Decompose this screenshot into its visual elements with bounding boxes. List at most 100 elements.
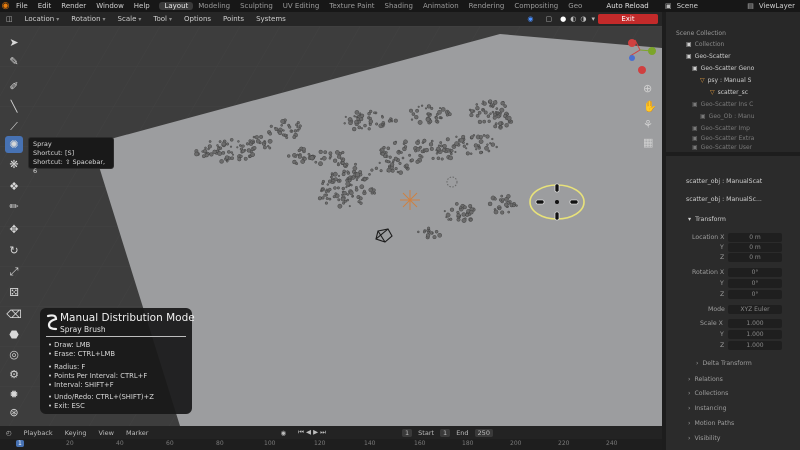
mesh-name[interactable]: scatter_obj : ManualSc... (686, 196, 762, 203)
random-tool-icon[interactable]: ⚄ (5, 284, 23, 301)
end-label: End (456, 428, 469, 437)
scale-tool-icon[interactable]: ⤢ (5, 263, 23, 280)
scale-menu[interactable]: Scale ▾ (112, 15, 148, 23)
tool-menu[interactable]: Tool ▾ (147, 15, 178, 23)
visibility-section[interactable]: › Visibility (688, 435, 720, 442)
scale-z-field[interactable]: 1.000 (728, 341, 782, 350)
blender-logo-icon[interactable]: ◉ (0, 0, 11, 12)
transform-section[interactable]: ▾ Transform (688, 216, 726, 223)
shading-rendered-icon[interactable]: ◑ (578, 15, 588, 23)
shading-options-icon[interactable]: ▾ (588, 15, 598, 23)
xray-icon[interactable]: ▢ (540, 15, 559, 23)
outliner-row[interactable]: ▽ scatter_sc (710, 87, 748, 98)
tab-shading[interactable]: Shading (380, 2, 418, 10)
eyedropper-tool-icon[interactable]: ✏ (5, 198, 23, 215)
menu-help[interactable]: Help (129, 2, 155, 10)
tab-animation[interactable]: Animation (418, 2, 464, 10)
move-tool-icon[interactable]: ✥ (5, 221, 23, 238)
auto-reload-label[interactable]: Auto Reload (601, 2, 653, 10)
settings-tool-icon[interactable]: ⊛ (5, 404, 23, 421)
properties-panel[interactable]: scatter_obj : ManualScat scatter_obj : M… (666, 156, 800, 450)
cog-tool-icon[interactable]: ✹ (5, 386, 23, 403)
scatter-instance (427, 112, 431, 116)
menu-edit[interactable]: Edit (33, 2, 57, 10)
options-menu[interactable]: Options (178, 15, 217, 23)
scale-x-field[interactable]: 1.000 (728, 319, 782, 328)
view-menu[interactable]: View (93, 429, 120, 437)
mode-dropdown[interactable]: XYZ Euler (728, 305, 782, 314)
menu-window[interactable]: Window (91, 2, 129, 10)
location-x-field[interactable]: 0 m (728, 233, 782, 242)
tab-sculpting[interactable]: Sculpting (235, 2, 278, 10)
systems-menu[interactable]: Systems (250, 15, 292, 23)
lasso-tool-icon[interactable]: ✎ (5, 53, 23, 70)
playback-controls-icon[interactable]: ⏮ ◀ ▶ ⏭ (292, 428, 332, 437)
tab-texture-paint[interactable]: Texture Paint (324, 2, 379, 10)
rotate-tool-icon[interactable]: ↻ (5, 242, 23, 259)
points-menu[interactable]: Points (217, 15, 250, 23)
location-label: Location X (692, 234, 725, 241)
end-frame-field[interactable]: 250 (474, 428, 493, 437)
tab-layout[interactable]: Layout (159, 2, 194, 10)
tab-geo[interactable]: Geo (563, 2, 587, 10)
brush-tool-icon[interactable]: ⟋ (5, 118, 23, 135)
delta-transform-section[interactable]: › Delta Transform (696, 360, 752, 367)
rotation-z-field[interactable]: 0° (728, 290, 782, 299)
record-icon[interactable]: ◉ (274, 429, 292, 437)
scene-icon[interactable]: ▣ (660, 2, 677, 10)
pencil-tool-icon[interactable]: ✐ (5, 78, 23, 95)
outliner-row[interactable]: ▣ Geo-Scatter (686, 51, 731, 62)
shading-material-icon[interactable]: ◐ (568, 15, 578, 23)
outliner-row[interactable]: ▣ Geo-Scatter Ins C (692, 99, 753, 110)
outliner-row[interactable]: ▣ Collection (686, 39, 724, 50)
scene-name[interactable]: Scene (677, 2, 703, 10)
editor-type-icon[interactable]: ◫ (0, 15, 19, 23)
tab-uv-editing[interactable]: UV Editing (278, 2, 325, 10)
location-z-field[interactable]: 0 m (728, 253, 782, 262)
timeline-ruler[interactable]: 1 20 40 60 80 100 120 140 160 180 200 22… (0, 439, 662, 450)
line-tool-icon[interactable]: ╲ (5, 98, 23, 115)
start-frame-field[interactable]: 1 (440, 428, 451, 437)
outliner-row[interactable]: ▣ Geo_Ob : Manu (700, 111, 755, 122)
playback-menu[interactable]: Playback (18, 429, 59, 437)
exit-button[interactable]: Exit (598, 14, 658, 24)
drop-tool-icon[interactable]: ⬣ (5, 326, 23, 343)
keying-menu[interactable]: Keying (59, 429, 93, 437)
object-name[interactable]: scatter_obj : ManualScat (686, 178, 762, 185)
outliner-row[interactable]: ▣ Geo-Scatter User (692, 142, 752, 153)
outliner-row[interactable]: ▣ Geo-Scatter Geno (692, 63, 754, 74)
eraser-tool-icon[interactable]: ⌫ (5, 306, 23, 323)
location-y-field[interactable]: 0 m (728, 243, 782, 252)
motion-paths-section[interactable]: › Motion Paths (688, 420, 734, 427)
menu-render[interactable]: Render (56, 2, 91, 10)
viewlayer-icon[interactable]: ▤ (742, 2, 759, 10)
spray-tool-icon[interactable]: ✺ (5, 136, 23, 153)
rotation-y-field[interactable]: 0° (728, 279, 782, 288)
scale-y-field[interactable]: 1.000 (728, 330, 782, 339)
shading-solid-icon[interactable]: ● (558, 15, 568, 23)
tab-rendering[interactable]: Rendering (464, 2, 510, 10)
tab-modeling[interactable]: Modeling (193, 2, 235, 10)
collections-section[interactable]: › Collections (688, 390, 728, 397)
current-frame-field[interactable]: 1 (402, 428, 413, 437)
tab-compositing[interactable]: Compositing (509, 2, 563, 10)
viewlayer-name[interactable]: ViewLayer (759, 2, 800, 10)
rotation-x-field[interactable]: 0° (728, 268, 782, 277)
select-tool-icon[interactable]: ➤ (5, 34, 23, 51)
timeline-editor-icon[interactable]: ◴ (0, 429, 18, 437)
outliner-panel[interactable]: Scene Collection ▣ Collection ▣ Geo-Scatte… (666, 12, 800, 152)
overlay-icon[interactable]: ◉ (521, 15, 539, 23)
rotation-menu[interactable]: Rotation ▾ (65, 15, 111, 23)
menu-file[interactable]: File (11, 2, 33, 10)
spray-alt-tool-icon[interactable]: ❋ (5, 156, 23, 173)
gear-tool-icon[interactable]: ⚙ (5, 366, 23, 383)
relations-section[interactable]: › Relations (688, 376, 723, 383)
marker-menu[interactable]: Marker (120, 429, 154, 437)
outliner-row[interactable]: ▽ psy : Manual S (700, 75, 751, 86)
timeline-panel[interactable]: ◴ Playback Keying View Marker ◉ ⏮ ◀ ▶ ⏭ … (0, 426, 662, 450)
scatter-instance (392, 159, 395, 162)
location-menu[interactable]: Location ▾ (19, 15, 66, 23)
orbit-tool-icon[interactable]: ◎ (5, 346, 23, 363)
instancing-section[interactable]: › Instancing (688, 405, 727, 412)
cluster-tool-icon[interactable]: ❖ (5, 178, 23, 195)
